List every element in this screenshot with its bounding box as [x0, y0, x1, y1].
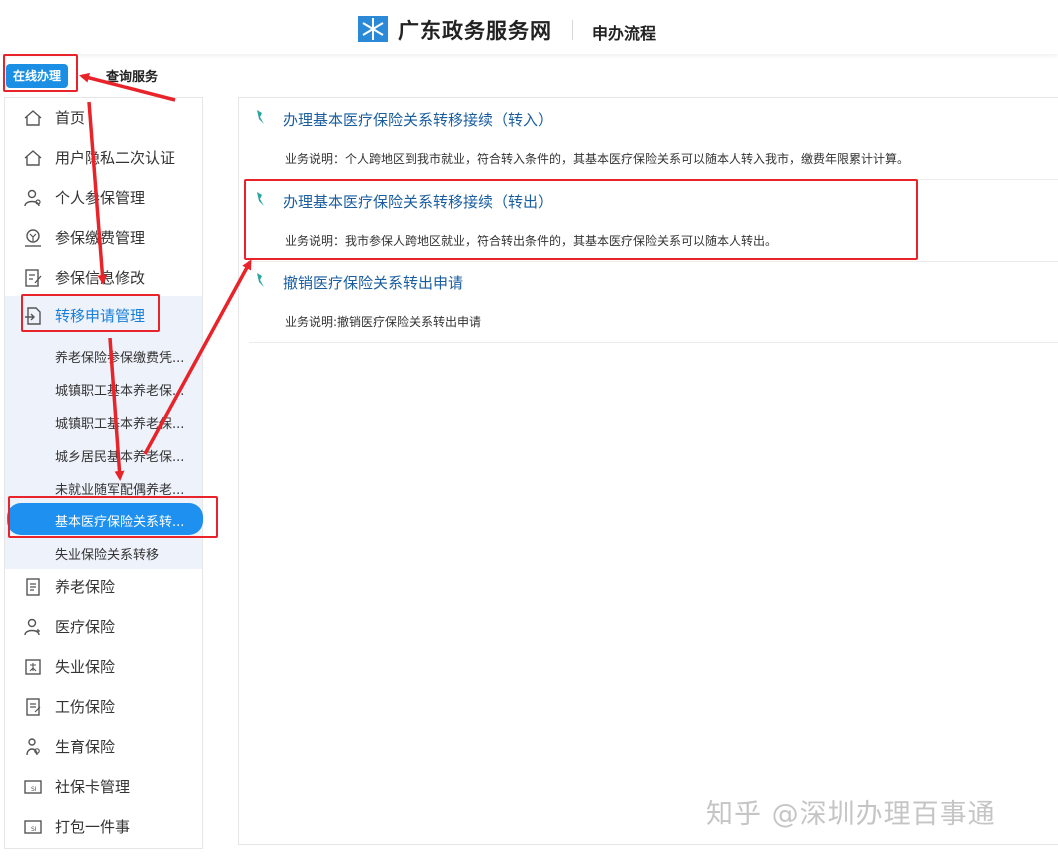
sidebar-item-work-injury[interactable]: 工伤保险 [5, 687, 202, 727]
sidebar-item-label: 社保卡管理 [55, 778, 131, 796]
sidebar-item-transfer-management[interactable]: 转移申请管理 [5, 296, 202, 336]
service-item-cancel-transfer[interactable]: 撤销医疗保险关系转出申请 业务说明:撤销医疗保险关系转出申请 [249, 261, 1058, 343]
sidebar-item-label: 转移申请管理 [55, 307, 146, 325]
service-title[interactable]: 办理基本医疗保险关系转移接续（转入） [283, 109, 553, 130]
sidebar-item-package-service[interactable]: SI 打包一件事 [5, 807, 202, 847]
user-settings-icon [24, 189, 41, 207]
service-list: 办理基本医疗保险关系转移接续（转入） 业务说明：个人跨地区到我市就业，符合转入条… [238, 97, 1058, 845]
sidebar-item-label: 参保信息修改 [55, 269, 146, 287]
sidebar: 首页 用户隐私二次认证 个人参保管理 参保缴费管理 参保信息修改 转移申请管理 … [4, 97, 203, 849]
payment-icon [25, 229, 41, 247]
bookmark-icon [257, 273, 264, 287]
sidebar-item-label: 参保缴费管理 [55, 229, 146, 247]
tab-query-service[interactable]: 查询服务 [106, 66, 158, 85]
submenu-item-label: 未就业随军配偶养老... [55, 483, 185, 498]
maternity-icon [26, 738, 40, 756]
submenu-item-label: 失业保险关系转移 [55, 548, 160, 563]
service-item-transfer-out[interactable]: 办理基本医疗保险关系转移接续（转出） 业务说明：我市参保人跨地区就业，符合转出条… [249, 180, 1058, 262]
medical-user-icon [24, 618, 40, 636]
sidebar-item-label: 打包一件事 [55, 818, 131, 836]
submenu-item-unemployment-transfer[interactable]: 失业保险关系转移 [5, 536, 202, 568]
si-card-icon: SI [24, 820, 42, 834]
service-title[interactable]: 办理基本医疗保险关系转移接续（转出） [283, 191, 553, 212]
submenu-item-label: 养老保险参保缴费凭... [55, 351, 185, 366]
submenu-item-label: 城镇职工基本养老保... [55, 417, 185, 432]
service-title[interactable]: 撤销医疗保险关系转出申请 [283, 272, 463, 293]
doc-icon [26, 578, 40, 596]
svg-text:SI: SI [31, 826, 37, 833]
transfer-doc-icon [25, 307, 41, 325]
sidebar-item-label: 生育保险 [55, 738, 116, 756]
submenu-item-urban-pension-1[interactable]: 城镇职工基本养老保... [5, 372, 202, 404]
sidebar-item-label: 失业保险 [55, 658, 116, 676]
home-icon [24, 150, 42, 166]
home-icon [24, 110, 42, 126]
submenu-item-label: 城镇职工基本养老保... [55, 384, 185, 399]
sidebar-item-si-card[interactable]: SI 社保卡管理 [5, 767, 202, 807]
submenu-item-label: 基本医疗保险关系转... [55, 515, 185, 530]
site-title[interactable]: 广东政务服务网 [398, 15, 552, 45]
watermark: 知乎 @深圳办理百事通 [706, 799, 996, 830]
submenu-item-military-spouse[interactable]: 未就业随军配偶养老... [5, 471, 202, 503]
edit-doc-icon [25, 269, 42, 287]
sidebar-item-label: 医疗保险 [55, 618, 116, 636]
header-divider [572, 20, 573, 40]
injury-doc-icon [26, 698, 41, 716]
sidebar-item-unemployment[interactable]: 失业保险 [5, 647, 202, 687]
sidebar-item-medical[interactable]: 医疗保险 [5, 607, 202, 647]
service-description: 业务说明：个人跨地区到我市就业，符合转入条件的，其基本医疗保险关系可以随本人转入… [285, 152, 910, 166]
service-description: 业务说明：我市参保人跨地区就业，符合转出条件的，其基本医疗保险关系可以随本人转出… [285, 234, 778, 248]
page-subtitle: 申办流程 [592, 24, 657, 43]
sidebar-item-label: 首页 [55, 109, 86, 127]
sidebar-item-personal-insurance[interactable]: 个人参保管理 [5, 178, 202, 218]
submenu-item-rural-pension[interactable]: 城乡居民基本养老保... [5, 438, 202, 470]
sidebar-item-privacy-auth[interactable]: 用户隐私二次认证 [5, 138, 202, 178]
svg-text:SI: SI [31, 786, 37, 793]
submenu-item-medical-transfer[interactable]: 基本医疗保险关系转... [7, 503, 203, 535]
snowflake-logo-icon[interactable] [358, 16, 388, 42]
sidebar-item-label: 用户隐私二次认证 [55, 149, 176, 167]
sidebar-item-maternity[interactable]: 生育保险 [5, 727, 202, 767]
sidebar-item-label: 个人参保管理 [55, 189, 146, 207]
sidebar-item-home[interactable]: 首页 [5, 98, 202, 138]
sidebar-item-label: 工伤保险 [55, 698, 116, 716]
bookmark-icon [257, 192, 264, 206]
bookmark-icon [257, 110, 264, 124]
site-header: 广东政务服务网 申办流程 [0, 0, 1058, 54]
tab-online-service[interactable]: 在线办理 [6, 64, 68, 88]
sidebar-item-pension[interactable]: 养老保险 [5, 567, 202, 607]
submenu-item-pension-certificate[interactable]: 养老保险参保缴费凭... [5, 339, 202, 371]
submenu-item-urban-pension-2[interactable]: 城镇职工基本养老保... [5, 405, 202, 437]
si-card-icon: SI [24, 780, 42, 794]
service-description: 业务说明:撤销医疗保险关系转出申请 [285, 315, 482, 329]
unemployment-icon [25, 659, 41, 675]
sidebar-item-payment[interactable]: 参保缴费管理 [5, 218, 202, 258]
submenu-item-label: 城乡居民基本养老保... [55, 450, 185, 465]
sidebar-item-info-edit[interactable]: 参保信息修改 [5, 258, 202, 298]
service-item-transfer-in[interactable]: 办理基本医疗保险关系转移接续（转入） 业务说明：个人跨地区到我市就业，符合转入条… [249, 98, 1058, 180]
sidebar-item-label: 养老保险 [55, 578, 116, 596]
